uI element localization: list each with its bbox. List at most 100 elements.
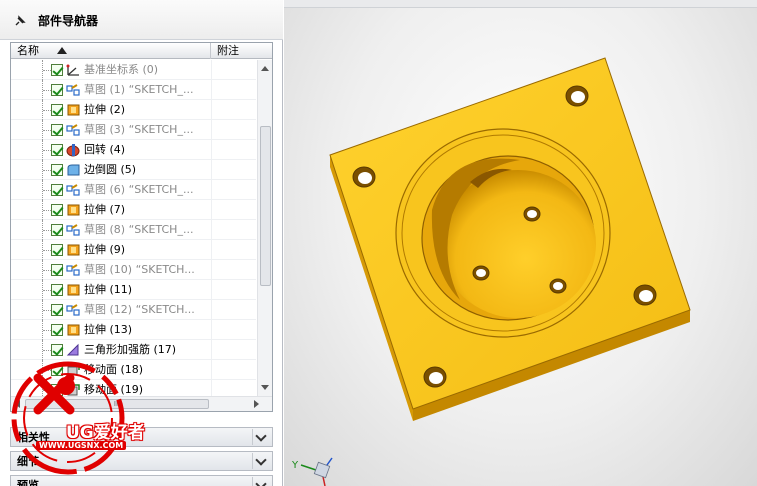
- visibility-checkbox[interactable]: [51, 244, 63, 256]
- tree-row[interactable]: 边倒圆 (5): [11, 160, 256, 180]
- note-cell: [211, 180, 212, 200]
- pin-icon[interactable]: [14, 15, 26, 27]
- note-cell: [211, 320, 212, 340]
- chevron-down-icon[interactable]: [252, 477, 268, 486]
- visibility-checkbox[interactable]: [51, 124, 63, 136]
- feature-label: 草图 (3) “SKETCH_...: [84, 123, 194, 136]
- watermark-logo: [11, 361, 125, 475]
- feature-label: 草图 (12) “SKETCH...: [84, 303, 195, 316]
- scroll-right-icon[interactable]: [254, 400, 259, 408]
- navigator-title: 部件导航器: [38, 14, 99, 28]
- extrude-icon: [67, 324, 80, 336]
- navigator-title-bar: 部件导航器: [0, 0, 283, 40]
- triad-y-label: Y: [292, 460, 299, 471]
- note-cell: [211, 340, 212, 360]
- sketch-icon: [66, 264, 80, 276]
- visibility-checkbox[interactable]: [51, 344, 63, 356]
- visibility-checkbox[interactable]: [51, 104, 63, 116]
- sketch-icon: [66, 224, 80, 236]
- tree-row[interactable]: 拉伸 (2): [11, 100, 256, 120]
- visibility-checkbox[interactable]: [51, 264, 63, 276]
- tree-branch-line: [42, 60, 51, 80]
- tree-branch-line: [42, 260, 51, 280]
- tree-row[interactable]: 草图 (1) “SKETCH_...: [11, 80, 256, 100]
- extrude-icon: [67, 204, 80, 216]
- feature-label: 草图 (1) “SKETCH_...: [84, 83, 194, 96]
- sketch-icon: [66, 84, 80, 96]
- watermark-url: WWW.UGSNX.COM: [36, 441, 127, 450]
- tree-branch-line: [42, 120, 51, 140]
- scroll-thumb[interactable]: [260, 126, 271, 286]
- viewport-toolbar-strip: [284, 0, 757, 8]
- column-header-name[interactable]: 名称: [11, 43, 211, 59]
- view-triad-icon[interactable]: Y: [292, 452, 342, 486]
- extrude-icon: [67, 284, 80, 296]
- tree-row[interactable]: 草图 (8) “SKETCH_...: [11, 220, 256, 240]
- tree-branch-line: [42, 80, 51, 100]
- note-cell: [211, 60, 212, 80]
- tree-branch-line: [42, 180, 51, 200]
- tree-row[interactable]: 回转 (4): [11, 140, 256, 160]
- column-note-label: 附注: [217, 44, 239, 57]
- note-cell: [211, 360, 212, 380]
- tree-row[interactable]: 拉伸 (13): [11, 320, 256, 340]
- tree-rows: 基准坐标系 (0) 草图 (1) “SKETCH_... 拉伸 (2) 草图 (3) …: [11, 60, 256, 400]
- note-cell: [211, 220, 212, 240]
- visibility-checkbox[interactable]: [51, 224, 63, 236]
- tree-row[interactable]: 三角形加强筋 (17): [11, 340, 256, 360]
- note-cell: [211, 280, 212, 300]
- tree-row[interactable]: 草图 (10) “SKETCH...: [11, 260, 256, 280]
- section-label-preview: 预览: [17, 479, 39, 486]
- graphics-viewport[interactable]: [284, 0, 757, 486]
- tree-row[interactable]: 拉伸 (11): [11, 280, 256, 300]
- visibility-checkbox[interactable]: [51, 144, 63, 156]
- note-cell: [211, 160, 212, 180]
- column-header-note[interactable]: 附注: [212, 43, 272, 59]
- sketch-icon: [66, 184, 80, 196]
- sketch-icon: [66, 124, 80, 136]
- tree-row[interactable]: 草图 (3) “SKETCH_...: [11, 120, 256, 140]
- preview-section[interactable]: 预览: [10, 475, 273, 486]
- visibility-checkbox[interactable]: [51, 164, 63, 176]
- watermark-brand: UG爱好者: [66, 423, 145, 443]
- scroll-down-icon[interactable]: [261, 385, 269, 390]
- visibility-checkbox[interactable]: [51, 204, 63, 216]
- tree-branch-line: [42, 200, 51, 220]
- note-cell: [211, 260, 212, 280]
- column-name-label: 名称: [17, 44, 39, 57]
- tree-row[interactable]: 草图 (6) “SKETCH_...: [11, 180, 256, 200]
- feature-label: 回转 (4): [84, 143, 126, 156]
- extrude-icon: [67, 244, 80, 256]
- chevron-down-icon[interactable]: [252, 429, 268, 445]
- feature-label: 边倒圆 (5): [84, 163, 137, 176]
- visibility-checkbox[interactable]: [51, 184, 63, 196]
- vertical-scrollbar[interactable]: [257, 60, 272, 396]
- sort-ascending-icon: [57, 47, 67, 54]
- sketch-icon: [66, 304, 80, 316]
- note-cell: [211, 120, 212, 140]
- feature-label: 三角形加强筋 (17): [84, 343, 177, 356]
- visibility-checkbox[interactable]: [51, 304, 63, 316]
- visibility-checkbox[interactable]: [51, 324, 63, 336]
- tree-branch-line: [42, 100, 51, 120]
- tree-row[interactable]: 基准坐标系 (0): [11, 60, 256, 80]
- datum-csys-icon: [66, 64, 79, 76]
- edge-blend-icon: [67, 164, 80, 176]
- feature-label: 拉伸 (11): [84, 283, 133, 296]
- feature-tree[interactable]: 名称 附注 基准坐标系 (0) 草图 (1) “SKETCH_... 拉伸 (2) 草…: [10, 42, 273, 412]
- tree-row[interactable]: 拉伸 (7): [11, 200, 256, 220]
- tree-branch-line: [42, 300, 51, 320]
- note-cell: [211, 240, 212, 260]
- tree-branch-line: [42, 240, 51, 260]
- feature-label: 拉伸 (13): [84, 323, 133, 336]
- visibility-checkbox[interactable]: [51, 284, 63, 296]
- tree-branch-line: [42, 280, 51, 300]
- visibility-checkbox[interactable]: [51, 64, 63, 76]
- tree-row[interactable]: 草图 (12) “SKETCH...: [11, 300, 256, 320]
- scroll-up-icon[interactable]: [261, 66, 269, 71]
- tree-row[interactable]: 拉伸 (9): [11, 240, 256, 260]
- tree-branch-line: [42, 220, 51, 240]
- visibility-checkbox[interactable]: [51, 84, 63, 96]
- tree-branch-line: [42, 320, 51, 340]
- chevron-down-icon[interactable]: [252, 453, 268, 469]
